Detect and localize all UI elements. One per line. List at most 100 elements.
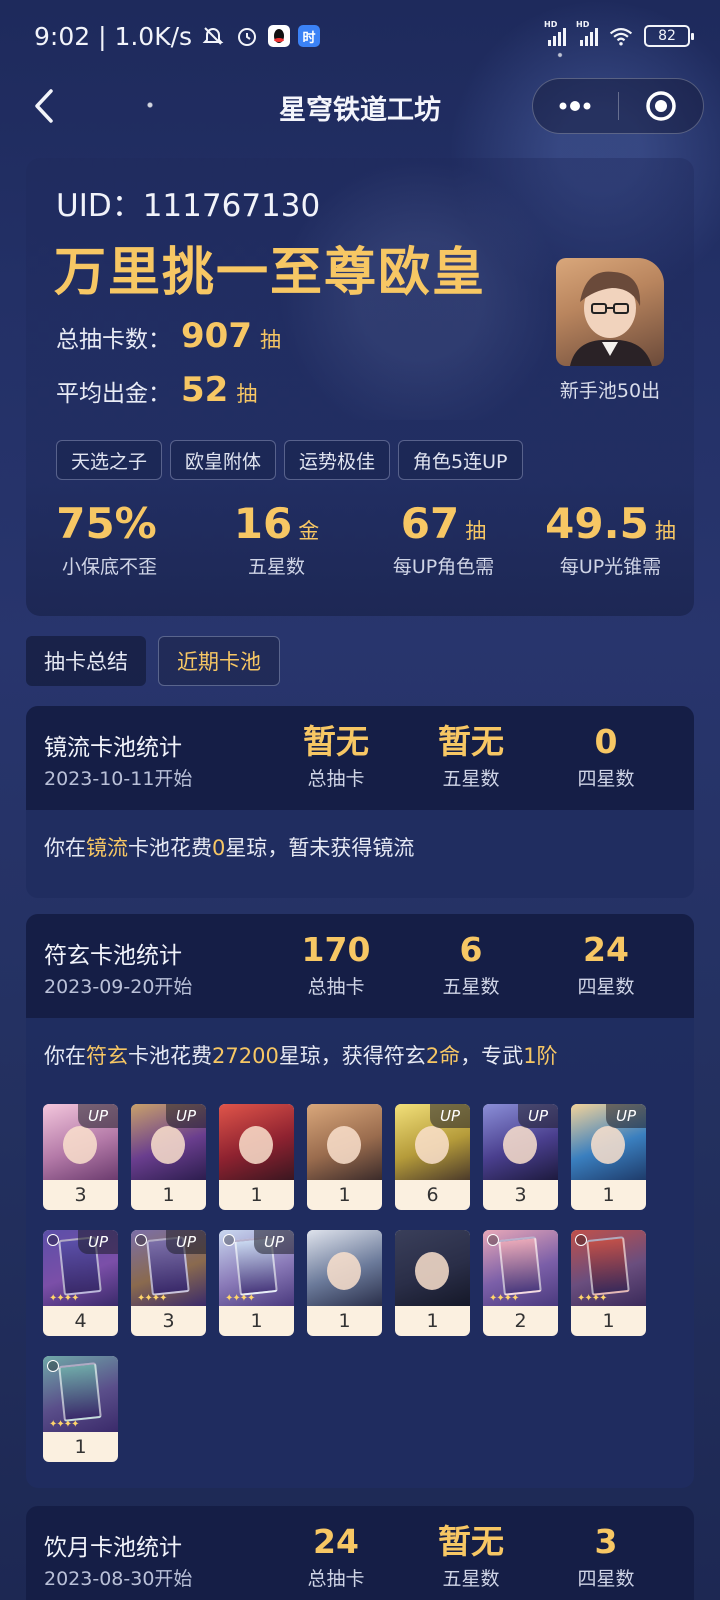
pool-description: 你在镜流卡池花费0星琼，暂未获得镜流: [44, 832, 414, 862]
lightcone-frame: [498, 1236, 542, 1296]
path-badge-icon: [487, 1234, 499, 1246]
lightcone-art: ✦✦✦✦ UP: [219, 1230, 294, 1306]
character-portrait: [219, 1104, 294, 1180]
pool-header: 饮月卡池统计 2023-08-30开始 24 总抽卡 暂无 五星数 3 四星数: [26, 1506, 694, 1600]
metric-label: 每UP光锥需: [559, 556, 662, 578]
portrait-face: [151, 1126, 185, 1164]
character-portrait: UP: [571, 1104, 646, 1180]
pool-stat-label: 总抽卡: [307, 768, 365, 790]
character-card[interactable]: UP 3: [483, 1104, 558, 1210]
battery-indicator: 82: [644, 25, 694, 47]
pool-name: 饮月卡池统计: [44, 1535, 182, 1561]
pool-stat-label: 四星数: [577, 1568, 635, 1590]
metric-five-star-count: 16 金 五星数: [193, 498, 360, 579]
pull-count: 1: [250, 1310, 263, 1332]
back-button[interactable]: [24, 86, 64, 126]
pool-card-jingliu: 镜流卡池统计 2023-10-11开始 暂无 总抽卡 暂无 五星数 0 四星数 …: [26, 706, 694, 898]
tab-bar: 抽卡总结 近期卡池: [26, 636, 280, 686]
tab-recent-pools[interactable]: 近期卡池: [158, 636, 280, 686]
alarm-icon: [234, 23, 260, 49]
pool-stat-value: 暂无: [303, 722, 369, 761]
pull-count: 1: [338, 1310, 351, 1332]
miniprogram-capsule: [532, 78, 704, 134]
lightcone-card[interactable]: ✦✦✦✦ 2: [483, 1230, 558, 1336]
portrait-face: [415, 1126, 449, 1164]
lightcone-card[interactable]: ✦✦✦✦ UP 3: [131, 1230, 206, 1336]
lightcone-card[interactable]: ✦✦✦✦ 1: [43, 1356, 118, 1462]
desc-highlight: 0: [212, 836, 226, 860]
pool-card-fuxuan: 符玄卡池统计 2023-09-20开始 170 总抽卡 6 五星数 24 四星数…: [26, 914, 694, 1488]
character-card[interactable]: UP 6: [395, 1104, 470, 1210]
pool-description: 你在符玄卡池花费27200星琼，获得符玄2命，专武1阶: [44, 1040, 558, 1070]
summary-card: UID：111767130 万里挑一至尊欧皇 总抽卡数： 907 抽 平均出金：…: [26, 158, 694, 616]
pool-stat-label: 五星数: [442, 768, 500, 790]
pool-stat-five-star: 暂无 五星数: [411, 1520, 531, 1591]
clock-and-speed: 9:02 | 1.0K/s: [34, 21, 193, 51]
desc-text: 卡池花费: [128, 836, 212, 860]
pull-count: 1: [602, 1184, 615, 1206]
pool-stat-label: 五星数: [442, 976, 500, 998]
pool-name: 镜流卡池统计: [44, 735, 182, 761]
avg-gold-unit: 抽: [236, 382, 258, 406]
lightcone-card[interactable]: ✦✦✦✦ UP 1: [219, 1230, 294, 1336]
metrics-row: 75% 小保底不歪 16 金 五星数 67 抽 每UP角色需 49.5 抽 每UP光锥…: [26, 498, 694, 579]
path-badge-icon: [47, 1360, 59, 1372]
total-pulls-label: 总抽卡数：: [56, 327, 171, 353]
character-portrait: [395, 1230, 470, 1306]
path-badge-icon: [223, 1234, 235, 1246]
pull-count: 1: [74, 1436, 87, 1458]
pool-stat-value: 暂无: [438, 1522, 504, 1561]
more-button[interactable]: [533, 79, 618, 133]
pool-stat-total: 170 总抽卡: [276, 928, 396, 999]
pool-stat-label: 总抽卡: [307, 976, 365, 998]
pool-stat-value: 24: [313, 1522, 359, 1561]
up-badge: UP: [254, 1230, 294, 1254]
metric-soft-pity: 75% 小保底不歪: [26, 498, 193, 579]
chevron-left-icon: [35, 89, 53, 123]
rarity-stars-icon: ✦✦✦✦: [49, 1293, 79, 1304]
pool-stat-four-star: 3 四星数: [546, 1520, 666, 1591]
pool-date: 2023-09-20开始: [44, 976, 193, 998]
path-badge-icon: [135, 1234, 147, 1246]
up-badge: UP: [78, 1104, 118, 1128]
rarity-stars-icon: ✦✦✦✦: [577, 1293, 607, 1304]
pool-date: 2023-08-30开始: [44, 1568, 193, 1590]
character-card[interactable]: 1: [395, 1230, 470, 1336]
metric-per-up-lightcone: 49.5 抽 每UP光锥需: [527, 498, 694, 579]
pool-date: 2023-10-11开始: [44, 768, 193, 790]
desc-highlight: 符玄: [86, 1044, 128, 1068]
qq-icon: [268, 25, 291, 47]
desc-highlight: 1阶: [523, 1044, 558, 1068]
avg-gold-label: 平均出金：: [56, 381, 171, 407]
signal-hd-2-icon: HD: [576, 20, 598, 46]
desc-text: 你在: [44, 836, 86, 860]
portrait-face: [591, 1126, 625, 1164]
character-card[interactable]: UP 3: [43, 1104, 118, 1210]
character-portrait: UP: [483, 1104, 558, 1180]
lightcone-card[interactable]: ✦✦✦✦ UP 4: [43, 1230, 118, 1336]
tab-pull-summary[interactable]: 抽卡总结: [26, 636, 146, 686]
path-badge-icon: [47, 1234, 59, 1246]
character-card[interactable]: 1: [219, 1104, 294, 1210]
total-pulls-line: 总抽卡数： 907 抽: [56, 316, 281, 356]
pool-stat-label: 四星数: [577, 768, 635, 790]
pool-stat-value: 0: [594, 722, 618, 761]
uid-text: UID：111767130: [56, 188, 321, 224]
character-card[interactable]: UP 1: [571, 1104, 646, 1210]
lightcone-art: ✦✦✦✦ UP: [131, 1230, 206, 1306]
character-card[interactable]: 1: [307, 1104, 382, 1210]
metric-unit: 抽: [465, 519, 487, 543]
signal-hd-1-icon: HD: [544, 20, 566, 46]
metric-unit: 金: [298, 519, 320, 543]
lightcone-card[interactable]: ✦✦✦✦ 1: [571, 1230, 646, 1336]
character-card[interactable]: 1: [307, 1230, 382, 1336]
character-card[interactable]: UP 1: [131, 1104, 206, 1210]
total-pulls-unit: 抽: [259, 328, 281, 352]
metric-value: 75%: [56, 499, 157, 548]
tag-item: 欧皇附体: [170, 440, 277, 480]
rarity-stars-icon: ✦✦✦✦: [49, 1419, 79, 1430]
close-miniprogram-button[interactable]: [619, 79, 704, 133]
metric-unit: 抽: [654, 519, 676, 543]
metric-label: 五星数: [247, 556, 305, 578]
up-badge: UP: [606, 1104, 646, 1128]
